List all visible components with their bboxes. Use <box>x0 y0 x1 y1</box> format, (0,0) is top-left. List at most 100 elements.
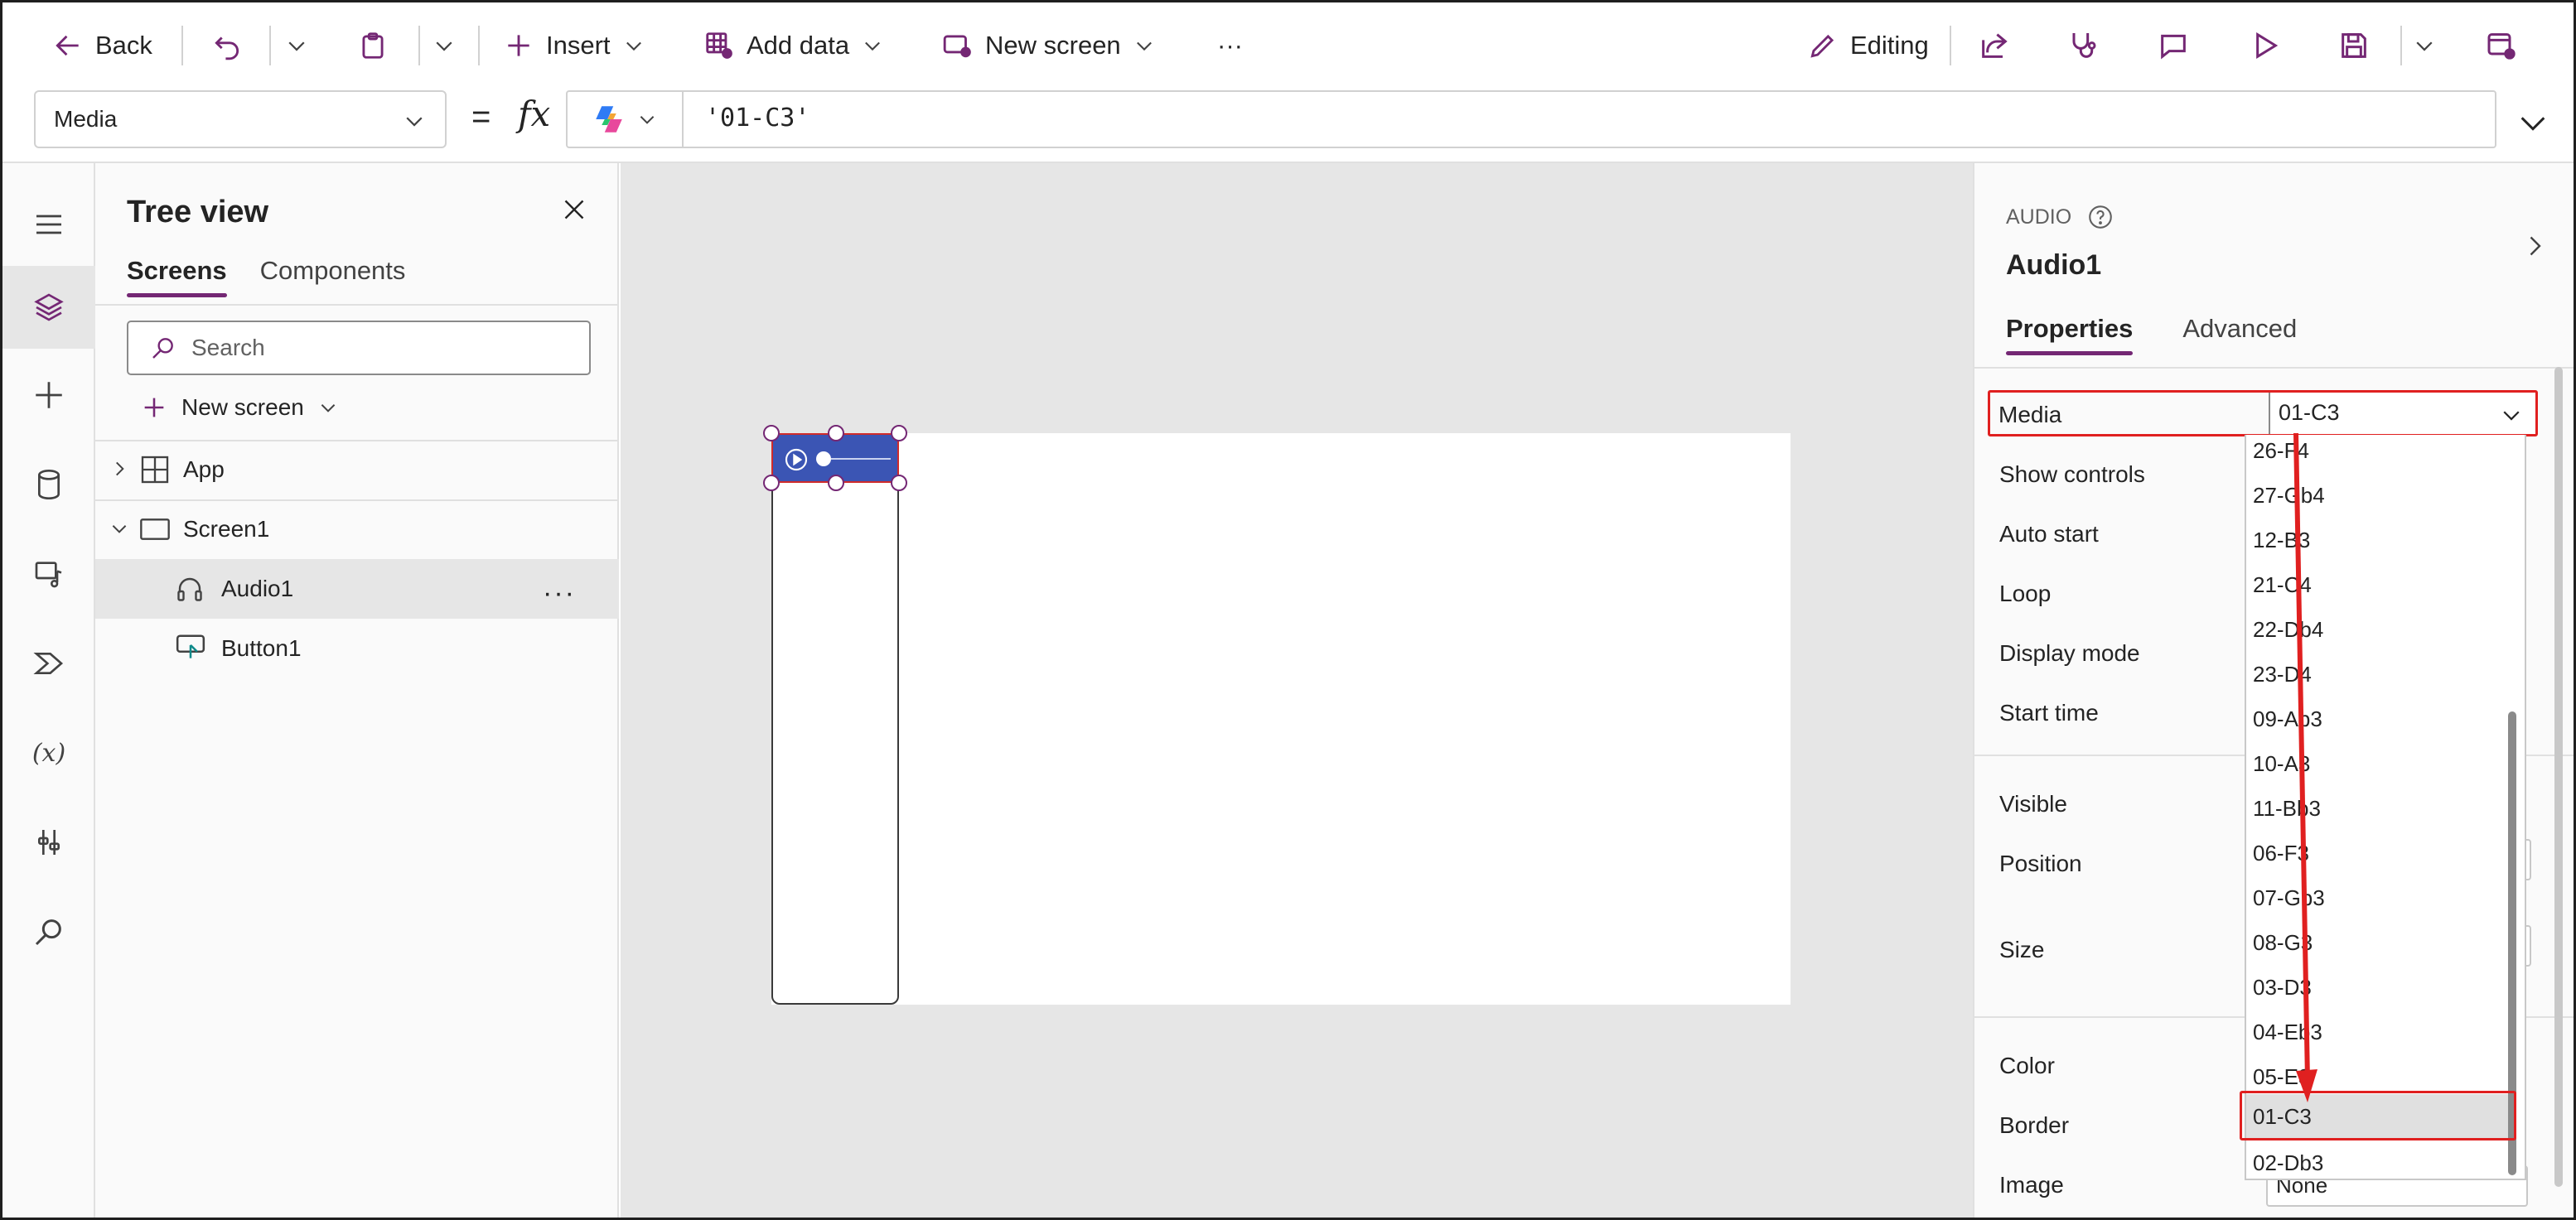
dropdown-option[interactable]: 06-F3 <box>2246 831 2511 875</box>
save-button[interactable] <box>2337 21 2371 70</box>
preview-button[interactable] <box>2248 21 2281 70</box>
copilot-button[interactable] <box>568 92 684 147</box>
media-dropdown[interactable]: 01-C3 <box>2269 393 2535 434</box>
chevron-down-icon <box>636 108 658 130</box>
undo-icon <box>211 30 243 61</box>
comment-icon <box>2157 29 2190 62</box>
dropdown-option[interactable]: 09-Ab3 <box>2246 697 2511 741</box>
dropdown-option[interactable]: 02-Db3 <box>2246 1140 2511 1179</box>
resize-handle[interactable] <box>763 425 780 441</box>
dropdown-option[interactable]: 10-A3 <box>2246 741 2511 786</box>
dropdown-option[interactable]: 03-D3 <box>2246 965 2511 1010</box>
resize-handle[interactable] <box>763 475 780 491</box>
chevron-down-icon[interactable] <box>109 518 130 539</box>
undo-menu-button[interactable] <box>284 21 309 70</box>
new-screen-button[interactable]: New screen <box>942 21 1156 70</box>
resize-handle[interactable] <box>828 475 844 491</box>
seek-thumb[interactable] <box>816 451 831 466</box>
chevron-right-icon[interactable] <box>109 458 130 480</box>
search-rail-button[interactable] <box>7 890 90 973</box>
chevron-down-icon <box>2499 403 2524 427</box>
collapse-pane-button[interactable] <box>2520 231 2549 261</box>
seek-track[interactable] <box>831 458 891 460</box>
media-options-list[interactable]: 26-F4 27-Gb4 12-B3 21-C4 22-Db4 23-D4 09… <box>2245 435 2526 1180</box>
chevron-down-icon <box>317 397 339 418</box>
insert-rail-button[interactable] <box>7 354 90 436</box>
hamburger-icon <box>32 208 65 241</box>
help-icon[interactable] <box>2086 203 2114 231</box>
control-name[interactable]: Audio1 <box>2006 249 2101 282</box>
editing-button[interactable]: Editing <box>1807 21 1929 70</box>
dropdown-option[interactable]: 23-D4 <box>2246 652 2511 697</box>
resize-handle[interactable] <box>891 425 907 441</box>
insert-button[interactable]: Insert <box>503 21 645 70</box>
chevron-down-icon <box>2520 117 2545 131</box>
advanced-tools-button[interactable] <box>7 801 90 884</box>
media-button[interactable] <box>7 533 90 615</box>
add-data-button[interactable]: Add data <box>703 21 884 70</box>
menu-button[interactable] <box>7 183 90 266</box>
tree-view-button[interactable] <box>2 266 95 349</box>
expand-formula-button[interactable] <box>2516 107 2549 140</box>
dropdown-option[interactable]: 08-G3 <box>2246 920 2511 965</box>
tree-node-audio1[interactable]: Audio1 ··· <box>95 559 619 619</box>
undo-button[interactable] <box>211 21 243 70</box>
dropdown-option[interactable]: 27-Gb4 <box>2246 473 2511 518</box>
more-options-button[interactable]: ··· <box>543 577 576 610</box>
paste-button[interactable] <box>357 21 389 70</box>
tree-view-panel: Tree view Screens Components Search New … <box>95 163 619 1218</box>
share-button[interactable] <box>1978 21 2011 70</box>
chevron-right-icon <box>2530 236 2541 256</box>
button1-control[interactable] <box>771 433 899 1005</box>
tree-node-button1[interactable]: Button1 <box>95 619 619 678</box>
power-automate-icon <box>32 647 65 680</box>
annotation-arrow-icon <box>2289 432 2322 1108</box>
dropdown-option[interactable]: 11-Bb3 <box>2246 786 2511 831</box>
tree-node-app[interactable]: App <box>95 440 619 499</box>
dropdown-option[interactable]: 07-Gb3 <box>2246 875 2511 920</box>
media-dropdown-value: 01-C3 <box>2279 400 2340 425</box>
formula-bar: Media = fx '01-C3' <box>2 87 2574 163</box>
back-button[interactable]: Back <box>52 21 152 70</box>
design-canvas[interactable] <box>621 163 1973 1218</box>
property-selector[interactable]: Media <box>34 90 447 148</box>
tab-properties[interactable]: Properties <box>2006 314 2134 355</box>
tree-search-input[interactable]: Search <box>127 321 591 375</box>
resize-handle[interactable] <box>828 425 844 441</box>
dropdown-option[interactable]: 04-Eb3 <box>2246 1010 2511 1054</box>
tab-components[interactable]: Components <box>260 256 406 297</box>
play-icon <box>2248 29 2281 62</box>
tree-node-screen1[interactable]: Screen1 <box>95 499 619 559</box>
save-menu-button[interactable] <box>2412 21 2437 70</box>
tree-new-screen-button[interactable]: New screen <box>140 388 339 427</box>
screen1-canvas[interactable] <box>771 433 1791 1005</box>
formula-input[interactable]: '01-C3' <box>566 90 2496 148</box>
display-mode-label: Display mode <box>1999 640 2140 666</box>
command-bar: Back Insert Add data New screen ··· Edit… <box>2 2 2574 87</box>
properties-scrollbar[interactable] <box>2554 367 2563 1187</box>
tab-screens[interactable]: Screens <box>127 256 227 297</box>
comments-button[interactable] <box>2157 21 2190 70</box>
paste-menu-button[interactable] <box>432 21 457 70</box>
dropdown-option[interactable]: 26-F4 <box>2246 435 2511 473</box>
dropdown-option[interactable]: 21-C4 <box>2246 562 2511 607</box>
show-controls-label: Show controls <box>1999 461 2145 487</box>
power-automate-button[interactable] <box>7 622 90 705</box>
visible-label: Visible <box>1999 791 2067 817</box>
dropdown-option[interactable]: 12-B3 <box>2246 518 2511 562</box>
tools-icon <box>32 826 65 859</box>
app-checker-button[interactable] <box>2066 21 2099 70</box>
data-button[interactable] <box>7 443 90 526</box>
media-label: Media <box>1998 402 2062 427</box>
close-tree-view-button[interactable] <box>559 195 589 224</box>
more-commands-button[interactable]: ··· <box>1217 21 1243 70</box>
resize-handle[interactable] <box>891 475 907 491</box>
variables-button[interactable]: (x) <box>7 711 90 794</box>
screen-icon <box>138 513 172 546</box>
publish-button[interactable] <box>2485 21 2518 70</box>
insert-label: Insert <box>546 31 611 60</box>
dropdown-option[interactable]: 22-Db4 <box>2246 607 2511 652</box>
fx-icon: fx <box>518 94 551 134</box>
stethoscope-icon <box>2066 29 2099 62</box>
tab-advanced[interactable]: Advanced <box>2182 314 2297 355</box>
